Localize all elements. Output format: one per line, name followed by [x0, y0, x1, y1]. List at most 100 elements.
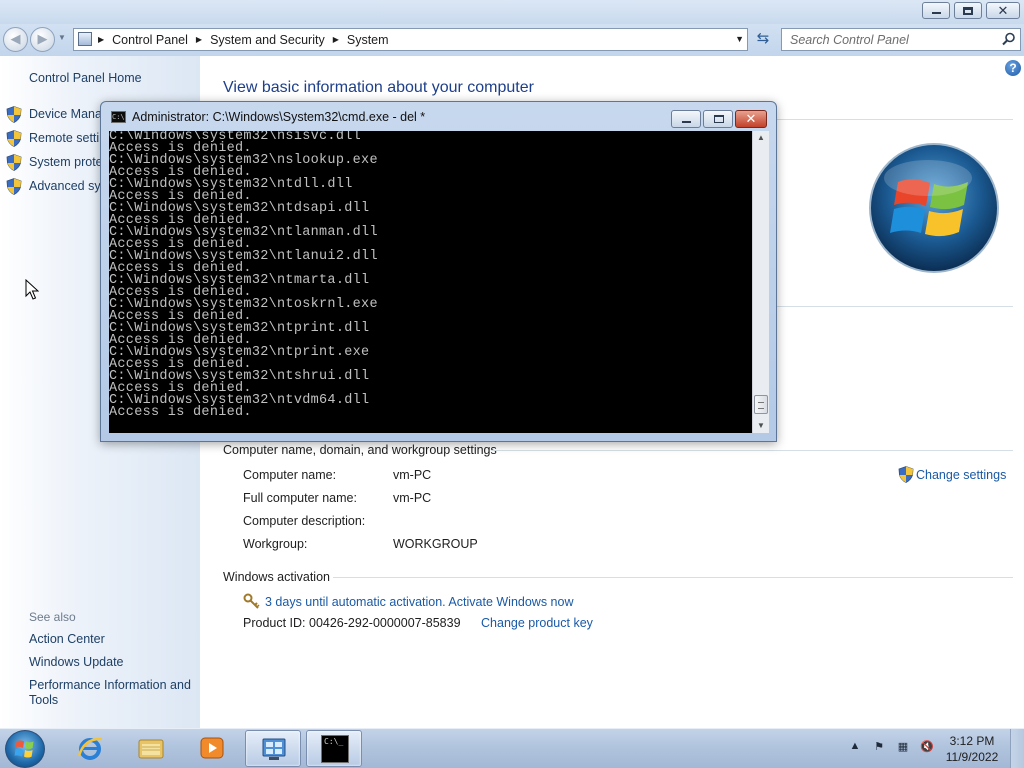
- refresh-icon: ⇆: [756, 30, 770, 47]
- cmd-window[interactable]: C:\ Administrator: C:\Windows\System32\c…: [100, 101, 777, 442]
- cmd-titlebar[interactable]: C:\ Administrator: C:\Windows\System32\c…: [111, 110, 425, 124]
- control-panel-icon: [262, 738, 286, 760]
- cmd-scrollbar[interactable]: ▲ ▼: [752, 131, 769, 433]
- forward-arrow-icon: ▶: [37, 31, 48, 46]
- back-button[interactable]: ◀: [3, 27, 28, 52]
- activation-row: 3 days until automatic activation. Activ…: [243, 593, 573, 610]
- control-panel-home-link[interactable]: Control Panel Home: [29, 71, 142, 85]
- performance-information-link-line2[interactable]: Tools: [29, 693, 58, 707]
- computer-name-value: vm-PC: [393, 468, 432, 482]
- page-title: View basic information about your comput…: [223, 79, 534, 96]
- restore-button[interactable]: [954, 2, 982, 19]
- taskbar: C:\_ ▲ ⚑ ▦ 🔇 3:12 PM 11/9/2022: [0, 728, 1024, 768]
- taskbar-command-prompt[interactable]: C:\_: [306, 730, 362, 767]
- close-icon: ✕: [997, 3, 1009, 18]
- windows-activation-section-title: Windows activation: [223, 570, 330, 584]
- breadcrumb-control-panel[interactable]: Control Panel: [112, 33, 188, 47]
- minimize-icon: [682, 121, 691, 123]
- breadcrumb: ▶ Control Panel ▶ System and Security ▶ …: [96, 29, 395, 50]
- performance-information-link[interactable]: Performance Information and: [29, 678, 191, 692]
- breadcrumb-system-and-security[interactable]: System and Security: [210, 33, 325, 47]
- change-settings-link[interactable]: Change settings: [898, 466, 1006, 483]
- control-panel-icon: [78, 32, 92, 46]
- minimize-button[interactable]: [922, 2, 950, 19]
- cmd-window-controls: ✕: [671, 110, 767, 128]
- cmd-minimize-button[interactable]: [671, 110, 701, 128]
- back-arrow-icon: ◀: [10, 31, 21, 46]
- close-button[interactable]: ✕: [986, 2, 1020, 19]
- change-product-key-link[interactable]: Change product key: [481, 616, 593, 630]
- taskbar-internet-explorer[interactable]: [62, 730, 118, 767]
- restore-icon: [963, 7, 973, 15]
- scroll-down-icon[interactable]: ▼: [753, 419, 769, 433]
- workgroup-label: Workgroup:: [243, 537, 308, 551]
- show-desktop-button[interactable]: [1010, 729, 1024, 768]
- windows-logo: [869, 143, 999, 273]
- console-output[interactable]: C:\Windows\system32\nsisvc.dll Access is …: [109, 131, 752, 433]
- address-dropdown-icon[interactable]: ▼: [735, 34, 744, 44]
- see-also-heading: See also: [29, 610, 76, 624]
- clock-time: 3:12 PM: [949, 734, 995, 748]
- action-center-link[interactable]: Action Center: [29, 632, 105, 646]
- section-divider: [777, 306, 1013, 307]
- scroll-thumb[interactable]: [754, 395, 768, 414]
- activate-windows-link[interactable]: 3 days until automatic activation. Activ…: [265, 595, 573, 609]
- help-button[interactable]: ?: [1005, 60, 1021, 76]
- section-divider: [492, 450, 1013, 451]
- uac-shield-icon: [6, 153, 22, 171]
- window-controls: ✕: [922, 2, 1020, 19]
- internet-explorer-icon: [77, 737, 103, 760]
- cmd-icon: C:\: [111, 111, 126, 123]
- computer-description-label: Computer description:: [243, 514, 366, 528]
- cmd-window-title: Administrator: C:\Windows\System32\cmd.e…: [132, 110, 426, 124]
- system-tray: ▲ ⚑ ▦ 🔇: [843, 729, 939, 768]
- cmd-close-button[interactable]: ✕: [735, 110, 767, 128]
- taskbar-clock[interactable]: 3:12 PM 11/9/2022: [940, 733, 1004, 765]
- scroll-up-icon[interactable]: ▲: [753, 131, 769, 145]
- workgroup-value: WORKGROUP: [393, 537, 478, 551]
- product-id-text: Product ID: 00426-292-0000007-85839: [243, 616, 461, 630]
- uac-shield-icon: [6, 129, 22, 147]
- close-icon: ✕: [745, 111, 757, 126]
- breadcrumb-separator-icon[interactable]: ▶: [196, 35, 202, 44]
- breadcrumb-separator-icon[interactable]: ▶: [333, 35, 339, 44]
- show-hidden-icons-button[interactable]: ▲: [843, 740, 867, 758]
- full-computer-name-label: Full computer name:: [243, 491, 357, 505]
- uac-shield-icon: [898, 466, 914, 483]
- taskbar-control-panel[interactable]: [245, 730, 301, 767]
- breadcrumb-separator-icon[interactable]: ▶: [98, 35, 104, 44]
- search-box[interactable]: [781, 28, 1021, 51]
- windows-update-link[interactable]: Windows Update: [29, 655, 124, 669]
- forward-button[interactable]: ▶: [30, 27, 55, 52]
- navigation-bar: ◀ ▶ ▼ ▶ Control Panel ▶ System and Secur…: [0, 24, 1024, 56]
- search-input[interactable]: [782, 29, 992, 50]
- full-computer-name-value: vm-PC: [393, 491, 432, 505]
- computer-name-label: Computer name:: [243, 468, 337, 482]
- explorer-titlebar: ✕: [0, 0, 1024, 24]
- clock-date: 11/9/2022: [945, 750, 999, 764]
- search-icon[interactable]: [1002, 32, 1016, 46]
- mouse-cursor-icon: [25, 279, 39, 300]
- start-button[interactable]: [5, 730, 45, 768]
- windows-flag-icon: [14, 740, 34, 758]
- breadcrumb-system[interactable]: System: [347, 33, 389, 47]
- minimize-icon: [932, 12, 941, 14]
- uac-shield-icon: [6, 105, 22, 123]
- key-icon: [243, 593, 260, 609]
- refresh-button[interactable]: ⇆: [752, 28, 774, 51]
- network-icon[interactable]: ▦: [891, 740, 915, 758]
- computer-settings-section-title: Computer name, domain, and workgroup set…: [223, 443, 497, 457]
- recent-pages-dropdown[interactable]: ▼: [58, 33, 66, 42]
- media-player-icon: [200, 737, 224, 759]
- taskbar-windows-explorer[interactable]: [123, 730, 179, 767]
- volume-muted-icon[interactable]: 🔇: [915, 740, 939, 758]
- address-bar[interactable]: ▶ Control Panel ▶ System and Security ▶ …: [73, 28, 748, 51]
- taskbar-media-player[interactable]: [184, 730, 240, 767]
- maximize-icon: [714, 115, 724, 123]
- cmd-maximize-button[interactable]: [703, 110, 733, 128]
- section-divider: [333, 577, 1013, 578]
- help-icon: ?: [1009, 61, 1017, 75]
- action-center-flag-icon[interactable]: ⚑: [867, 740, 891, 758]
- change-settings-label: Change settings: [916, 467, 1007, 482]
- section-divider: [777, 119, 1013, 120]
